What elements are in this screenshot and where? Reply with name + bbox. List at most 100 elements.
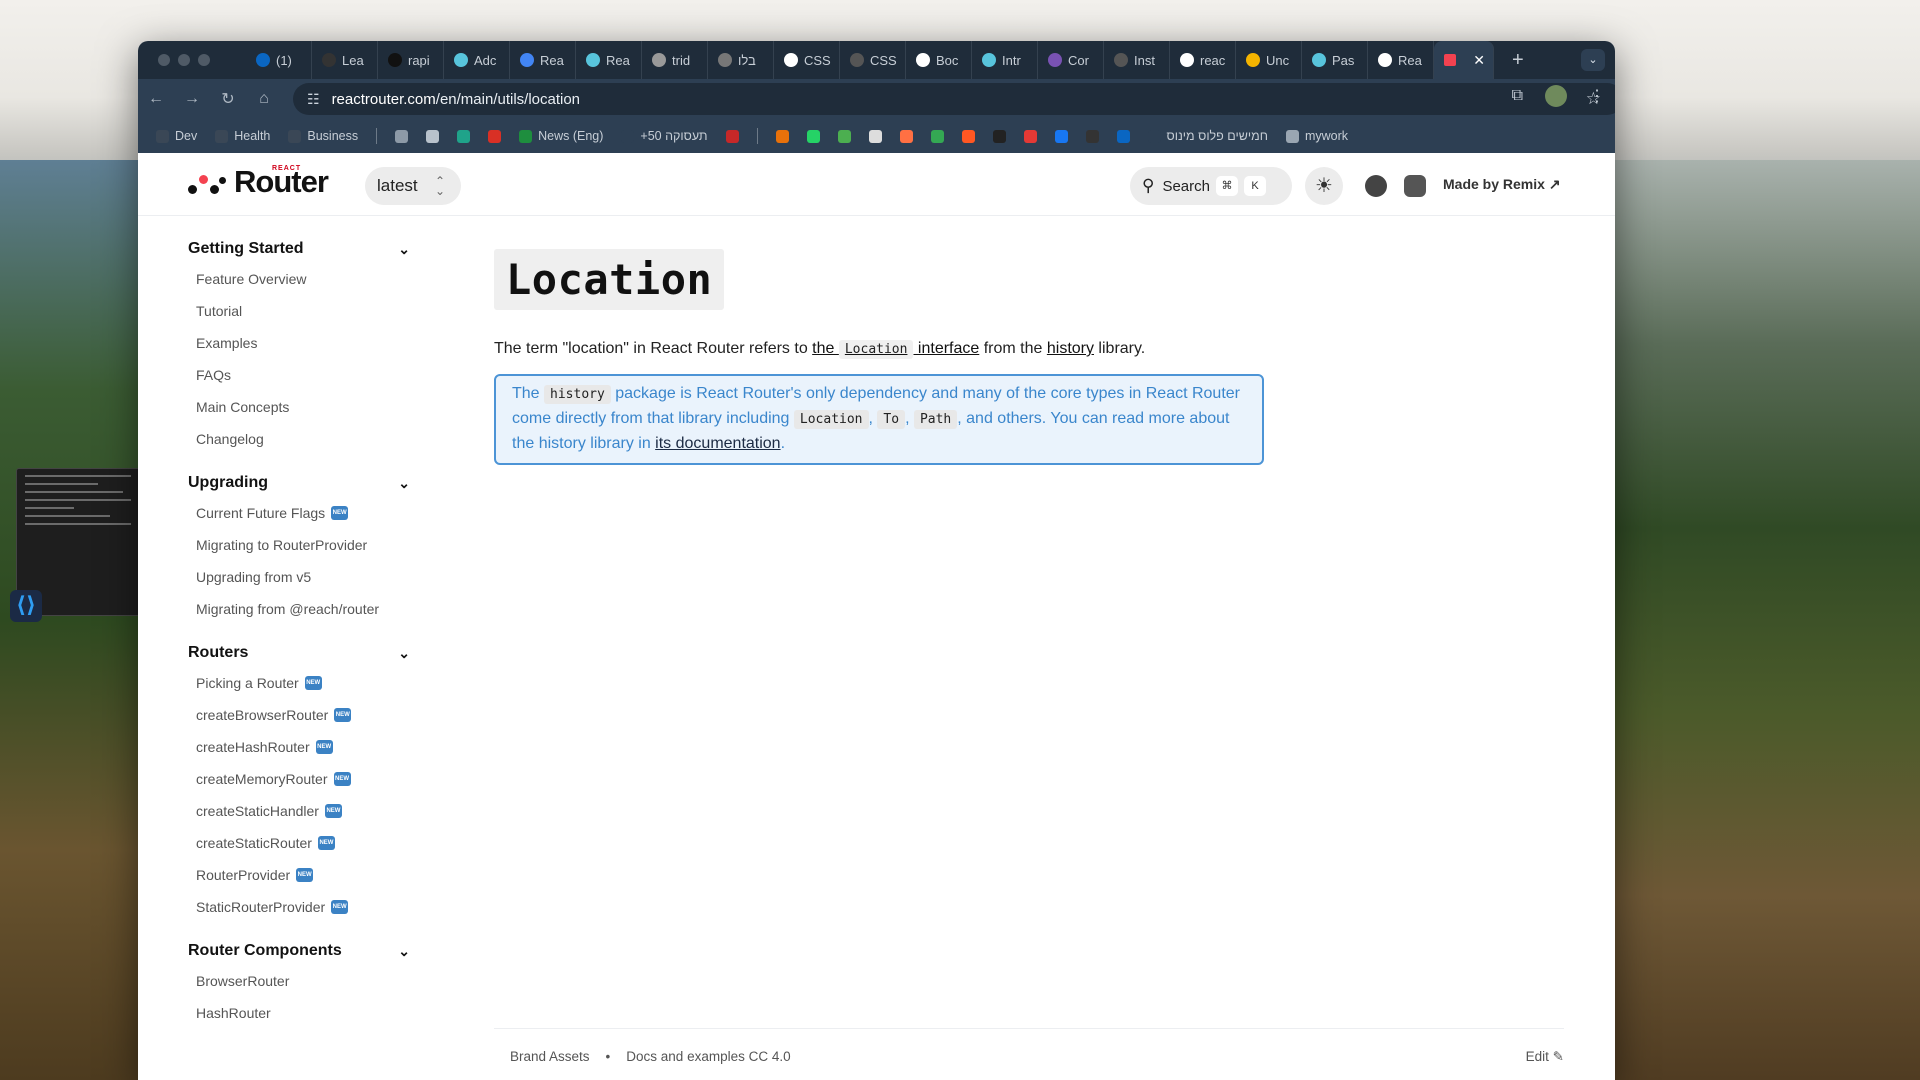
bookmark-item[interactable] <box>837 129 851 143</box>
sidebar-item[interactable]: Current Future Flags NEW <box>188 497 418 529</box>
tab-17[interactable]: Rea <box>1368 41 1434 79</box>
sidebar-item[interactable]: Changelog <box>188 423 418 455</box>
sidebar-item[interactable]: Migrating to RouterProvider <box>188 529 418 561</box>
its-documentation-link[interactable]: its documentation <box>655 435 780 452</box>
bookmark-item[interactable]: Business <box>288 129 358 143</box>
bookmark-item[interactable] <box>961 129 975 143</box>
react-router-logo[interactable]: REACT Router <box>188 165 329 197</box>
browser-menu-icon[interactable]: ⋮ <box>1589 86 1605 106</box>
location-interface-link[interactable]: the Location interface <box>812 340 979 359</box>
sidebar-item[interactable]: Feature Overview <box>188 263 418 295</box>
tab-3[interactable]: Adc <box>444 41 510 79</box>
tab-search-chevron-icon[interactable]: ⌄ <box>1581 49 1605 71</box>
bookmark-item[interactable] <box>395 129 409 143</box>
bookmark-item[interactable] <box>992 129 1006 143</box>
tab-9[interactable]: CSS <box>840 41 906 79</box>
tab-2[interactable]: rapi <box>378 41 444 79</box>
tab-5[interactable]: Rea <box>576 41 642 79</box>
vscode-icon[interactable]: ⟨⟩ <box>10 590 42 622</box>
color-scheme-sun-icon[interactable]: ☀ <box>1305 167 1343 205</box>
home-icon[interactable]: ⌂ <box>246 90 282 108</box>
edit-page-link[interactable]: Edit ✎ <box>1526 1049 1564 1065</box>
sidebar-item[interactable]: Migrating from @reach/router <box>188 593 418 625</box>
site-settings-icon[interactable]: ☷ <box>307 91 320 108</box>
maximize-window-button[interactable] <box>198 54 210 66</box>
extensions-icon[interactable]: ⧉ <box>1512 87 1523 105</box>
tab-14[interactable]: reac <box>1170 41 1236 79</box>
sidebar-item[interactable]: Picking a Router NEW <box>188 667 418 699</box>
tab-10[interactable]: Boc <box>906 41 972 79</box>
sidebar-item[interactable]: createBrowserRouter NEW <box>188 699 418 731</box>
bookmark-item[interactable] <box>806 129 820 143</box>
sidebar-item[interactable]: StaticRouterProvider NEW <box>188 891 418 923</box>
tab-15[interactable]: Unc <box>1236 41 1302 79</box>
bookmark-item[interactable]: News (Eng) <box>519 129 603 143</box>
bookmark-item[interactable] <box>775 129 789 143</box>
sidebar-group-title[interactable]: Routers ⌄ <box>188 639 418 667</box>
tab-13[interactable]: Inst <box>1104 41 1170 79</box>
bookmark-item[interactable] <box>457 129 471 143</box>
search-button[interactable]: ⚲ Search ⌘ K <box>1130 167 1292 205</box>
github-icon[interactable] <box>1365 175 1387 197</box>
tab-16[interactable]: Pas <box>1302 41 1368 79</box>
sidebar-item[interactable]: RouterProvider NEW <box>188 859 418 891</box>
bookmark-item[interactable] <box>1116 129 1130 143</box>
sidebar-item[interactable]: Upgrading from v5 <box>188 561 418 593</box>
sidebar-item[interactable]: BrowserRouter <box>188 965 418 997</box>
bookmark-item[interactable] <box>1023 129 1037 143</box>
bookmark-item[interactable] <box>1085 129 1099 143</box>
tab-0[interactable]: (1) <box>246 41 312 79</box>
reload-icon[interactable]: ↻ <box>210 89 246 109</box>
chevron-down-icon[interactable]: ⌄ <box>398 241 410 258</box>
close-window-button[interactable] <box>158 54 170 66</box>
bookmark-item[interactable]: חמישים פלוס מינוס <box>1147 129 1268 143</box>
version-select[interactable]: latest ⌃ ⌄ <box>365 167 461 205</box>
chevron-down-icon[interactable]: ⌄ <box>398 943 410 960</box>
chevron-down-icon[interactable]: ⌄ <box>398 645 410 662</box>
sidebar-item[interactable]: createMemoryRouter NEW <box>188 763 418 795</box>
sidebar-item[interactable]: FAQs <box>188 359 418 391</box>
brand-assets-link[interactable]: Brand Assets <box>510 1049 590 1064</box>
new-tab-button[interactable]: + <box>1512 49 1524 72</box>
sidebar-item[interactable]: createStaticHandler NEW <box>188 795 418 827</box>
bookmark-item[interactable] <box>1054 129 1068 143</box>
sidebar-group-title[interactable]: Getting Started ⌄ <box>188 235 418 263</box>
bookmark-item[interactable] <box>725 129 739 143</box>
sidebar-item[interactable]: Main Concepts <box>188 391 418 423</box>
sidebar-item[interactable]: createHashRouter NEW <box>188 731 418 763</box>
tab-11[interactable]: Intr <box>972 41 1038 79</box>
bookmark-item[interactable] <box>930 129 944 143</box>
url-text[interactable]: reactrouter.com/en/main/utils/location <box>332 91 580 108</box>
profile-avatar[interactable] <box>1545 85 1567 107</box>
tab-12[interactable]: Cor <box>1038 41 1104 79</box>
bookmark-item[interactable]: Dev <box>156 129 197 143</box>
bookmark-item[interactable] <box>868 129 882 143</box>
tab-8[interactable]: CSS <box>774 41 840 79</box>
tab-1[interactable]: Lea <box>312 41 378 79</box>
history-link[interactable]: history <box>1047 340 1094 357</box>
bookmark-item[interactable] <box>426 129 440 143</box>
sidebar-group-title[interactable]: Upgrading ⌄ <box>188 469 418 497</box>
bookmark-item[interactable]: Health <box>215 129 270 143</box>
minimize-window-button[interactable] <box>178 54 190 66</box>
bookmark-item[interactable] <box>488 129 502 143</box>
discord-icon[interactable] <box>1404 175 1426 197</box>
sidebar-group-title[interactable]: Router Components ⌄ <box>188 937 418 965</box>
bookmark-item[interactable]: +50 תעסוקה <box>621 129 708 143</box>
bookmark-item[interactable]: mywork <box>1285 129 1348 143</box>
back-arrow-icon[interactable]: ← <box>138 90 174 108</box>
tab-active[interactable]: ✕ <box>1434 41 1494 79</box>
sidebar-item[interactable]: Tutorial <box>188 295 418 327</box>
sidebar-item[interactable]: Examples <box>188 327 418 359</box>
tab-7[interactable]: בלו <box>708 41 774 79</box>
made-by-remix-link[interactable]: Made by Remix ↗ <box>1443 176 1561 193</box>
chevron-down-icon[interactable]: ⌄ <box>398 475 410 492</box>
address-bar[interactable]: ☷ reactrouter.com/en/main/utils/location… <box>293 83 1615 115</box>
sidebar-item[interactable]: createStaticRouter NEW <box>188 827 418 859</box>
tab-4[interactable]: Rea <box>510 41 576 79</box>
sidebar-item[interactable]: HashRouter <box>188 997 418 1029</box>
license-link[interactable]: Docs and examples CC 4.0 <box>626 1049 790 1064</box>
forward-arrow-icon[interactable]: → <box>174 90 210 108</box>
bookmark-item[interactable] <box>899 129 913 143</box>
tab-6[interactable]: trid <box>642 41 708 79</box>
